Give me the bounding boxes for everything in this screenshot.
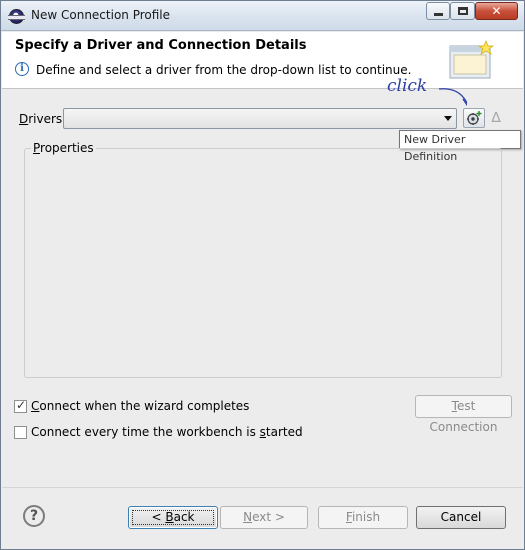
drivers-dropdown[interactable] [63, 108, 457, 129]
click-annotation: click [387, 76, 467, 107]
next-button[interactable]: Next > [220, 506, 308, 529]
drivers-label-mnemonic: D [19, 112, 29, 126]
minimize-button[interactable] [426, 2, 450, 20]
chevron-down-icon [444, 116, 452, 121]
page-title: Specify a Driver and Connection Details [15, 38, 307, 53]
close-icon: ✕ [491, 4, 502, 18]
connect-every-time-text-a: Connect every time the workbench is [31, 425, 260, 439]
new-driver-definition-button[interactable] [463, 108, 485, 128]
help-icon[interactable]: ? [23, 505, 45, 527]
maximize-icon [457, 7, 468, 15]
connect-every-time-checkbox[interactable] [14, 426, 27, 439]
connect-every-time-text-b: tarted [265, 425, 303, 439]
connect-every-time-label[interactable]: Connect every time the workbench is star… [31, 425, 303, 439]
footer-divider [2, 487, 523, 488]
finish-button[interactable]: Finish [318, 506, 408, 529]
cancel-button[interactable]: Cancel [416, 506, 506, 529]
title-bar[interactable]: New Connection Profile ✕ [1, 1, 524, 31]
new-connection-profile-dialog: New Connection Profile ✕ Specify a Drive… [0, 0, 525, 550]
window-title: New Connection Profile [31, 8, 171, 22]
close-button[interactable]: ✕ [475, 2, 518, 20]
click-annotation-text: click [387, 76, 427, 96]
edit-driver-icon[interactable]: ∆ [489, 110, 503, 126]
focus-rectangle [132, 510, 214, 525]
new-driver-tooltip: New Driver Definition [399, 130, 521, 163]
connect-on-complete-text: onnect when the wizard completes [39, 399, 250, 413]
page-description: Define and select a driver from the drop… [36, 63, 412, 77]
next-button-text: ext > [252, 510, 285, 524]
eclipse-app-icon [8, 9, 25, 24]
info-icon: i [15, 62, 29, 76]
drivers-label: Drivers: [19, 112, 66, 126]
minimize-icon [433, 12, 443, 16]
connect-on-complete-checkbox[interactable] [14, 398, 27, 413]
back-button[interactable]: < Back [128, 506, 218, 529]
properties-group [24, 148, 502, 378]
maximize-button[interactable] [450, 2, 475, 20]
connect-on-complete-label[interactable]: Connect when the wizard completes [31, 399, 249, 413]
finish-button-text: inish [351, 510, 381, 524]
properties-label: Properties [31, 141, 96, 155]
next-button-mnemonic: N [243, 510, 253, 524]
new-driver-icon [467, 111, 482, 125]
drivers-label-text: rivers: [28, 112, 67, 126]
properties-label-mnemonic: P [33, 141, 41, 155]
test-connection-text: est Connection [429, 399, 498, 434]
test-connection-button[interactable]: Test Connection [415, 395, 512, 434]
properties-label-text: roperties [40, 141, 94, 155]
